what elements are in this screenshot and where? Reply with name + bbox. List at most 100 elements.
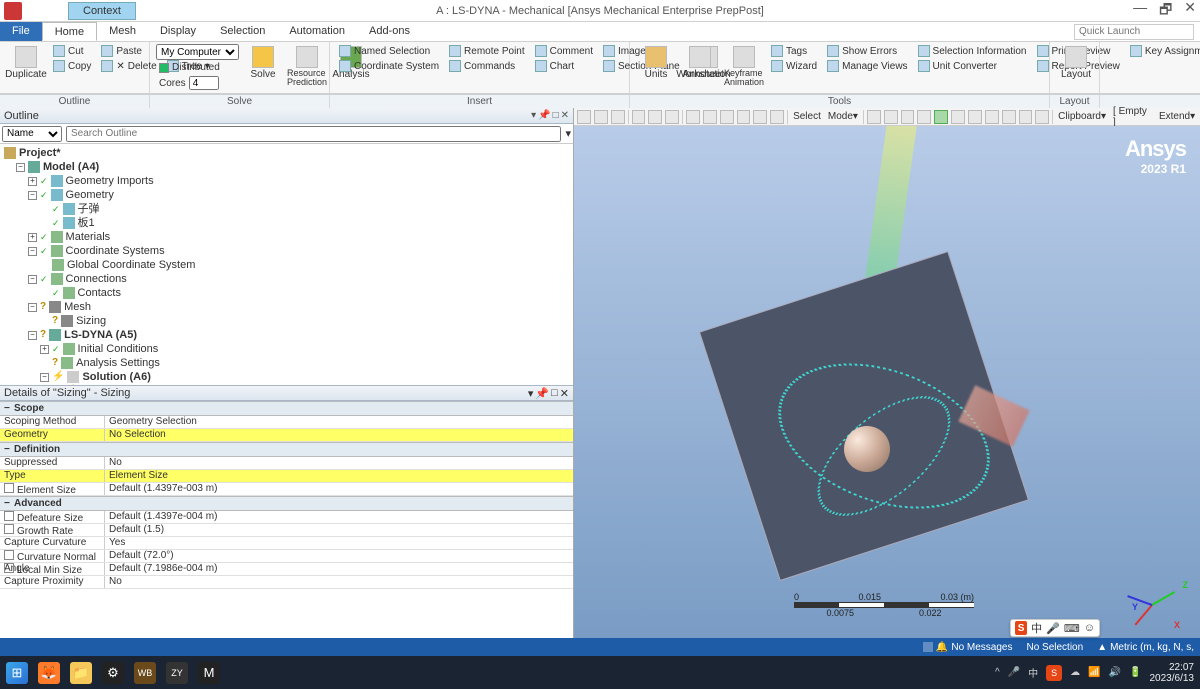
outline-pin-icon[interactable]: 📌 (538, 110, 550, 121)
tab-mesh[interactable]: Mesh (97, 22, 148, 41)
zy-icon[interactable]: ZY (166, 662, 188, 684)
tray-lang-icon[interactable]: 中 (1028, 665, 1038, 680)
show-errors-button[interactable]: Show Errors (824, 44, 910, 58)
copy-button[interactable]: Copy (50, 59, 94, 73)
vp-tool-icon[interactable] (686, 110, 700, 124)
units-button[interactable]: Units (636, 44, 676, 82)
vp-tool-icon[interactable] (1035, 110, 1049, 124)
vp-tool-icon[interactable] (770, 110, 784, 124)
vp-tool-icon[interactable] (934, 110, 948, 124)
key-assignments-button[interactable]: Key Assignments (1127, 44, 1200, 58)
3d-viewport[interactable]: Ansys 2023 R1 00.0150.03 (m) 0.00750.022… (574, 126, 1200, 638)
close-button[interactable]: ✕ (1184, 0, 1196, 23)
extend-label[interactable]: Extend▾ (1157, 111, 1197, 122)
outline-max-icon[interactable]: □ (553, 110, 559, 121)
solve-button[interactable]: Solve (243, 44, 283, 82)
outline-search-input[interactable] (66, 126, 561, 142)
vp-tool-icon[interactable] (703, 110, 717, 124)
vp-tool-icon[interactable] (648, 110, 662, 124)
vp-tool-icon[interactable] (1002, 110, 1016, 124)
outline-dropdown-icon[interactable]: ▾ (531, 110, 536, 121)
restore-button[interactable]: 🗗 (1159, 0, 1172, 23)
unit-converter-button[interactable]: Unit Converter (915, 59, 1030, 73)
empty-label[interactable]: [ Empty ] (1111, 106, 1154, 128)
tab-selection[interactable]: Selection (208, 22, 277, 41)
triad[interactable]: Z X Y (1132, 574, 1188, 630)
tray-mic-icon[interactable]: 🎤 (1008, 667, 1020, 678)
vp-tool-icon[interactable] (985, 110, 999, 124)
vp-tool-icon[interactable] (867, 110, 881, 124)
details-max-icon[interactable]: □ (551, 387, 558, 400)
tab-addons[interactable]: Add-ons (357, 22, 422, 41)
select-label[interactable]: Select (791, 111, 823, 122)
taskbar-clock[interactable]: 22:07 2023/6/13 (1150, 662, 1195, 684)
vp-tool-icon[interactable] (737, 110, 751, 124)
minimize-button[interactable]: — (1133, 0, 1147, 23)
tray-volume-icon[interactable]: 🔊 (1109, 667, 1121, 678)
worksheet-button[interactable]: Worksheet (680, 44, 720, 82)
tray-battery-icon[interactable]: 🔋 (1129, 667, 1141, 678)
outline-close-icon[interactable]: ✕ (561, 110, 569, 121)
selection-info-button[interactable]: Selection Information (915, 44, 1030, 58)
vp-tool-icon[interactable] (632, 110, 646, 124)
tags-button[interactable]: Tags (768, 44, 820, 58)
outline-filter-icon[interactable]: ▾ (565, 127, 571, 140)
details-grid[interactable]: Scope Scoping MethodGeometry Selection G… (0, 401, 573, 638)
commands-button[interactable]: Commands (446, 59, 528, 73)
mode-label[interactable]: Mode▾ (826, 111, 860, 122)
context-tab[interactable]: Context (68, 2, 136, 20)
vp-tool-icon[interactable] (611, 110, 625, 124)
solver-target-select[interactable]: My Computer (156, 44, 239, 60)
wb-icon[interactable]: WB (134, 662, 156, 684)
tab-file[interactable]: File (0, 22, 42, 41)
layout-button[interactable]: Layout (1056, 44, 1096, 82)
comment-button[interactable]: Comment (532, 44, 596, 58)
vp-tool-icon[interactable] (1019, 110, 1033, 124)
named-selection-button[interactable]: Named Selection (336, 44, 442, 58)
resource-prediction-button[interactable]: Resource Prediction (287, 44, 327, 89)
vp-tool-icon[interactable] (917, 110, 931, 124)
vp-tool-icon[interactable] (884, 110, 898, 124)
app-icon[interactable]: ⚙ (102, 662, 124, 684)
keyframe-button[interactable]: Keyframe Animation (724, 44, 764, 89)
vp-tool-icon[interactable] (901, 110, 915, 124)
status-units[interactable]: ▲Metric (m, kg, N, s, (1097, 642, 1194, 653)
manage-views-button[interactable]: Manage Views (824, 59, 910, 73)
wizard-button[interactable]: Wizard (768, 59, 820, 73)
status-messages[interactable]: 🔔No Messages (923, 642, 1013, 653)
explorer-icon[interactable]: 📁 (70, 662, 92, 684)
tray-chevron-icon[interactable]: ^ (995, 667, 1000, 678)
coordinate-system-button[interactable]: Coordinate System (336, 59, 442, 73)
vp-tool-icon[interactable] (577, 110, 591, 124)
cores-input[interactable] (189, 76, 219, 90)
vp-tool-icon[interactable] (720, 110, 734, 124)
outline-filter-select[interactable]: Name (2, 126, 62, 142)
clipboard-label[interactable]: Clipboard▾ (1056, 111, 1108, 122)
details-close-icon[interactable]: ✕ (560, 387, 569, 400)
tab-display[interactable]: Display (148, 22, 208, 41)
vp-tool-icon[interactable] (753, 110, 767, 124)
firefox-icon[interactable]: 🦊 (38, 662, 60, 684)
details-dropdown-icon[interactable]: ▾ (528, 387, 534, 400)
cut-button[interactable]: Cut (50, 44, 94, 58)
quick-launch-input[interactable] (1074, 24, 1194, 40)
ime-floating-bar[interactable]: S 中 🎤 ⌨ ☺ (1010, 619, 1100, 637)
tray-sogou-icon[interactable]: S (1046, 665, 1062, 681)
vp-tool-icon[interactable] (594, 110, 608, 124)
tab-home[interactable]: Home (42, 22, 97, 41)
chart-button[interactable]: Chart (532, 59, 596, 73)
tray-cloud-icon[interactable]: ☁ (1070, 667, 1080, 678)
vp-tool-icon[interactable] (665, 110, 679, 124)
start-button[interactable]: ⊞ (6, 662, 28, 684)
mech-icon[interactable]: M (198, 662, 220, 684)
vp-tool-icon[interactable] (951, 110, 965, 124)
remote-point-button[interactable]: Remote Point (446, 44, 528, 58)
tray-wifi-icon[interactable]: 📶 (1088, 667, 1100, 678)
details-pin-icon[interactable]: 📌 (535, 387, 549, 400)
duplicate-button[interactable]: Duplicate (6, 44, 46, 82)
status-selection[interactable]: No Selection (1026, 642, 1083, 653)
tab-automation[interactable]: Automation (277, 22, 357, 41)
vp-tool-icon[interactable] (968, 110, 982, 124)
distributed-check[interactable]: Distributed (156, 61, 239, 74)
outline-tree[interactable]: Project* −Model (A4) +✓Geometry Imports … (0, 144, 573, 385)
